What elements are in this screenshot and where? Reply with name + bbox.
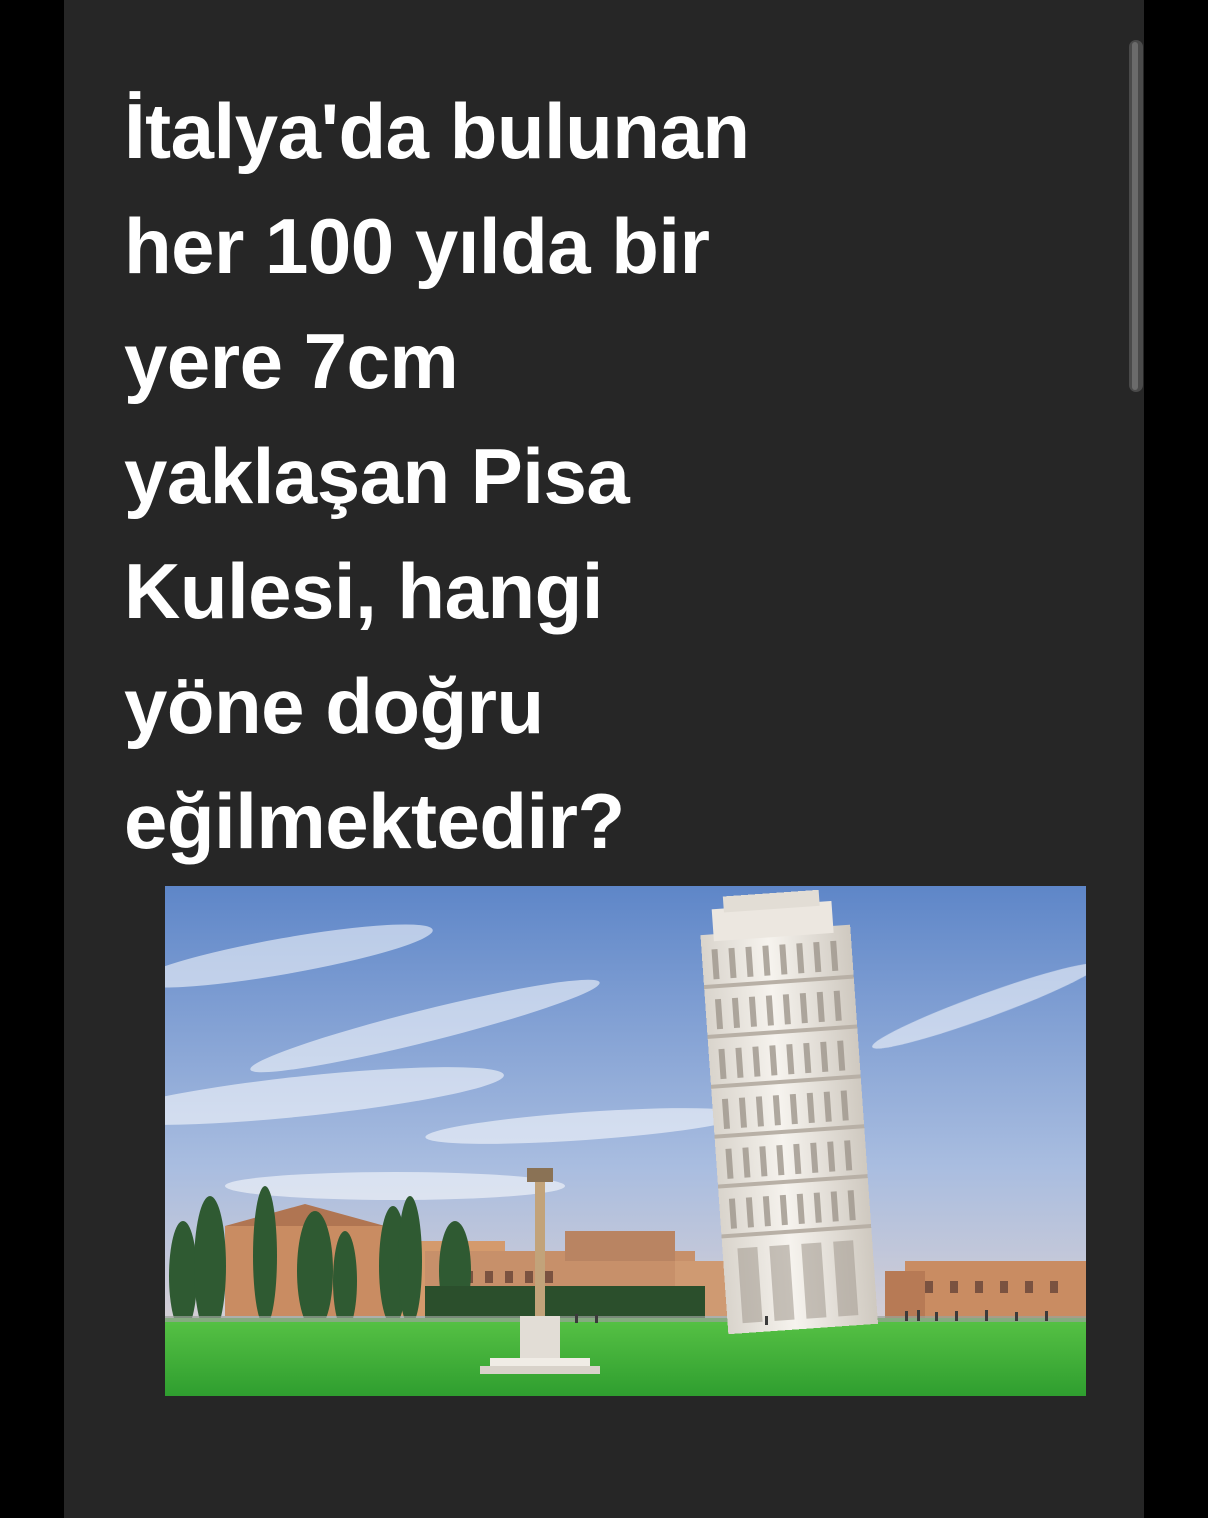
- headline-line: İtalya'da bulunan: [124, 87, 750, 175]
- screen: İtalya'da bulunan her 100 yılda bir yere…: [0, 0, 1208, 1518]
- headline-line: Kulesi, hangi: [124, 547, 603, 635]
- grass-lawn: [165, 1318, 1086, 1396]
- headline-line: yöne doğru: [124, 662, 544, 750]
- headline-line: yere 7cm: [124, 317, 459, 405]
- headline-line: yaklaşan Pisa: [124, 432, 630, 520]
- scrollbar[interactable]: [1129, 40, 1143, 392]
- leaning-tower: [700, 889, 879, 1335]
- post-headline: İtalya'da bulunan her 100 yılda bir yere…: [124, 74, 1024, 879]
- pisa-tower-illustration: [165, 886, 1086, 1396]
- headline-line: her 100 yılda bir: [124, 202, 710, 290]
- headline-line: eğilmektedir?: [124, 777, 625, 865]
- pisa-tower-photo[interactable]: [165, 886, 1086, 1396]
